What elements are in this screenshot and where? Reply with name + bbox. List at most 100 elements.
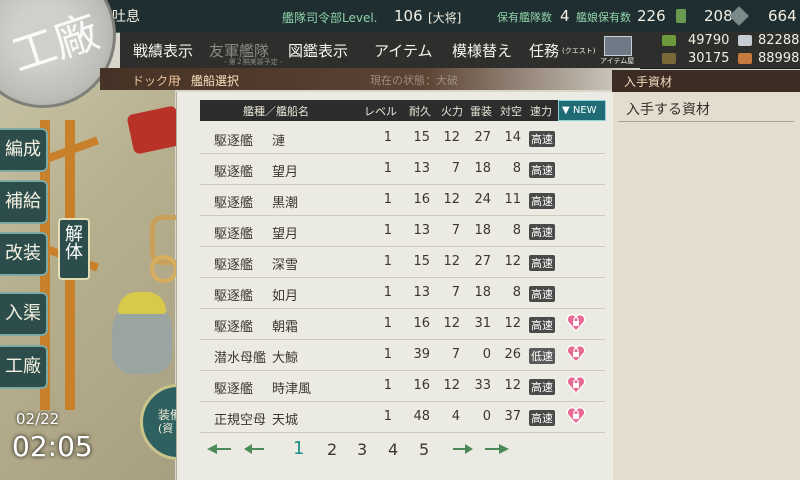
ship-torpedo: 18 bbox=[474, 223, 491, 238]
ammo-value: 30175 bbox=[688, 51, 730, 66]
triangle-down-icon: ▼ bbox=[562, 105, 573, 116]
fleet-count-label: 保有艦隊数 bbox=[497, 11, 552, 24]
hq-level-value: 106 bbox=[394, 7, 423, 25]
menu-record[interactable]: 戦績表示 bbox=[133, 40, 193, 61]
menu-encyclopedia[interactable]: 図鑑表示 bbox=[288, 40, 348, 61]
heart-lock-icon[interactable] bbox=[566, 375, 586, 395]
ship-torpedo: 0 bbox=[482, 347, 491, 362]
ship-hp: 13 bbox=[413, 285, 430, 300]
dismantle-button[interactable]: 解体 bbox=[58, 218, 90, 280]
time-display: 02:05 bbox=[12, 430, 93, 463]
first-page-arrow-icon[interactable] bbox=[205, 443, 233, 455]
page-1[interactable]: 1 bbox=[293, 438, 304, 459]
ship-torpedo: 27 bbox=[474, 130, 491, 145]
page-2[interactable]: 2 bbox=[327, 440, 337, 459]
date-display: 02/22 bbox=[16, 410, 60, 428]
nav-arsenal[interactable]: 工廠 bbox=[0, 345, 48, 389]
ship-hp: 16 bbox=[413, 378, 430, 393]
item-shop-label: アイテム屋 bbox=[600, 57, 635, 65]
ship-aa: 37 bbox=[504, 409, 521, 424]
ship-torpedo: 18 bbox=[474, 161, 491, 176]
ship-speed-badge: 高速 bbox=[529, 224, 555, 240]
steel-icon bbox=[738, 35, 752, 46]
ship-level: 1 bbox=[383, 192, 392, 207]
ship-type: 駆逐艦 bbox=[214, 134, 254, 149]
ship-firepower: 12 bbox=[443, 254, 460, 269]
fuel-value: 49790 bbox=[688, 33, 730, 48]
breadcrumb-ship-select: 艦船選択 bbox=[191, 74, 240, 88]
ship-hp: 16 bbox=[413, 192, 430, 207]
ship-level: 1 bbox=[383, 130, 392, 145]
fleet-count-value: 4 bbox=[560, 7, 570, 25]
nav-supply[interactable]: 補給 bbox=[0, 180, 48, 224]
bucket-icon bbox=[676, 9, 686, 23]
divider bbox=[618, 121, 794, 122]
development-material-count: 664 bbox=[768, 7, 797, 25]
fairy-hat-illustration bbox=[118, 292, 166, 314]
friend-fleet-sublabel: - 第２期実装予定 - bbox=[224, 58, 283, 66]
ship-name: 望月 bbox=[272, 165, 299, 180]
column-header-torpedo: 雷装 bbox=[470, 105, 492, 118]
ship-firepower: 12 bbox=[443, 378, 460, 393]
ship-hp: 16 bbox=[413, 316, 430, 331]
nav-organize[interactable]: 編成 bbox=[0, 128, 48, 172]
ship-level: 1 bbox=[383, 347, 392, 362]
heart-lock-icon[interactable] bbox=[566, 344, 586, 364]
nav-remodel[interactable]: 改装 bbox=[0, 232, 48, 276]
page-3[interactable]: 3 bbox=[357, 440, 367, 459]
ship-name: 時津風 bbox=[272, 382, 312, 397]
ship-speed-badge: 高速 bbox=[529, 286, 555, 302]
ship-count-value: 226 bbox=[637, 7, 666, 25]
ship-hp: 39 bbox=[413, 347, 430, 362]
ship-speed-badge: 高速 bbox=[529, 193, 555, 209]
menu-items[interactable]: アイテム bbox=[374, 40, 433, 61]
nav-repair[interactable]: 入渠 bbox=[0, 292, 48, 336]
ship-aa: 8 bbox=[512, 223, 521, 238]
ship-name: 如月 bbox=[272, 289, 299, 304]
column-header-speed: 速力 bbox=[530, 105, 552, 118]
next-page-arrow-icon[interactable] bbox=[451, 443, 479, 455]
equipment-build-sublabel: (資 bbox=[158, 422, 174, 435]
ship-hp: 13 bbox=[413, 223, 430, 238]
prev-page-arrow-icon[interactable] bbox=[238, 443, 266, 455]
menu-quests[interactable]: 任務 bbox=[529, 40, 559, 61]
last-page-arrow-icon[interactable] bbox=[483, 443, 511, 455]
ship-hp: 48 bbox=[413, 409, 430, 424]
ship-level: 1 bbox=[383, 285, 392, 300]
ship-firepower: 12 bbox=[443, 192, 460, 207]
ship-speed-badge: 高速 bbox=[529, 379, 555, 395]
ship-type: 駆逐艦 bbox=[214, 258, 254, 273]
breadcrumb-ghost-text: 現在の状態：大破 bbox=[370, 74, 458, 87]
ship-name: 漣 bbox=[272, 134, 286, 149]
ship-speed-badge: 高速 bbox=[529, 317, 555, 333]
sort-toggle-button[interactable]: ▼ NEW bbox=[558, 100, 606, 121]
page-5[interactable]: 5 bbox=[419, 440, 429, 459]
menu-furniture[interactable]: 模様替え bbox=[452, 40, 512, 61]
ship-name: 黒潮 bbox=[272, 196, 299, 211]
ship-firepower: 7 bbox=[451, 161, 460, 176]
heart-lock-icon[interactable] bbox=[566, 313, 586, 333]
sort-label: NEW bbox=[572, 105, 597, 116]
ship-firepower: 7 bbox=[451, 285, 460, 300]
breadcrumb-dock[interactable]: ドック用 bbox=[132, 72, 180, 89]
quest-sublabel: (クエスト) bbox=[562, 47, 596, 55]
page-4[interactable]: 4 bbox=[388, 440, 398, 459]
chevron-right-icon: › bbox=[177, 72, 182, 85]
column-header-firepower: 火力 bbox=[441, 105, 463, 118]
ship-hp: 15 bbox=[413, 130, 430, 145]
heart-lock-icon[interactable] bbox=[566, 406, 586, 426]
fuel-icon bbox=[662, 35, 676, 46]
acquired-materials-title: 入手資材 bbox=[624, 75, 673, 89]
item-shop-icon[interactable] bbox=[604, 36, 632, 56]
ship-name: 深雪 bbox=[272, 258, 299, 273]
ship-level: 1 bbox=[383, 223, 392, 238]
ship-torpedo: 24 bbox=[474, 192, 491, 207]
ship-aa: 8 bbox=[512, 161, 521, 176]
ship-name: 大鯨 bbox=[272, 351, 299, 366]
ship-torpedo: 27 bbox=[474, 254, 491, 269]
ship-type: 正規空母 bbox=[214, 413, 267, 428]
column-header-level: レベル bbox=[364, 105, 397, 118]
ship-level: 1 bbox=[383, 409, 392, 424]
ship-type: 駆逐艦 bbox=[214, 165, 254, 180]
ship-level: 1 bbox=[383, 378, 392, 393]
